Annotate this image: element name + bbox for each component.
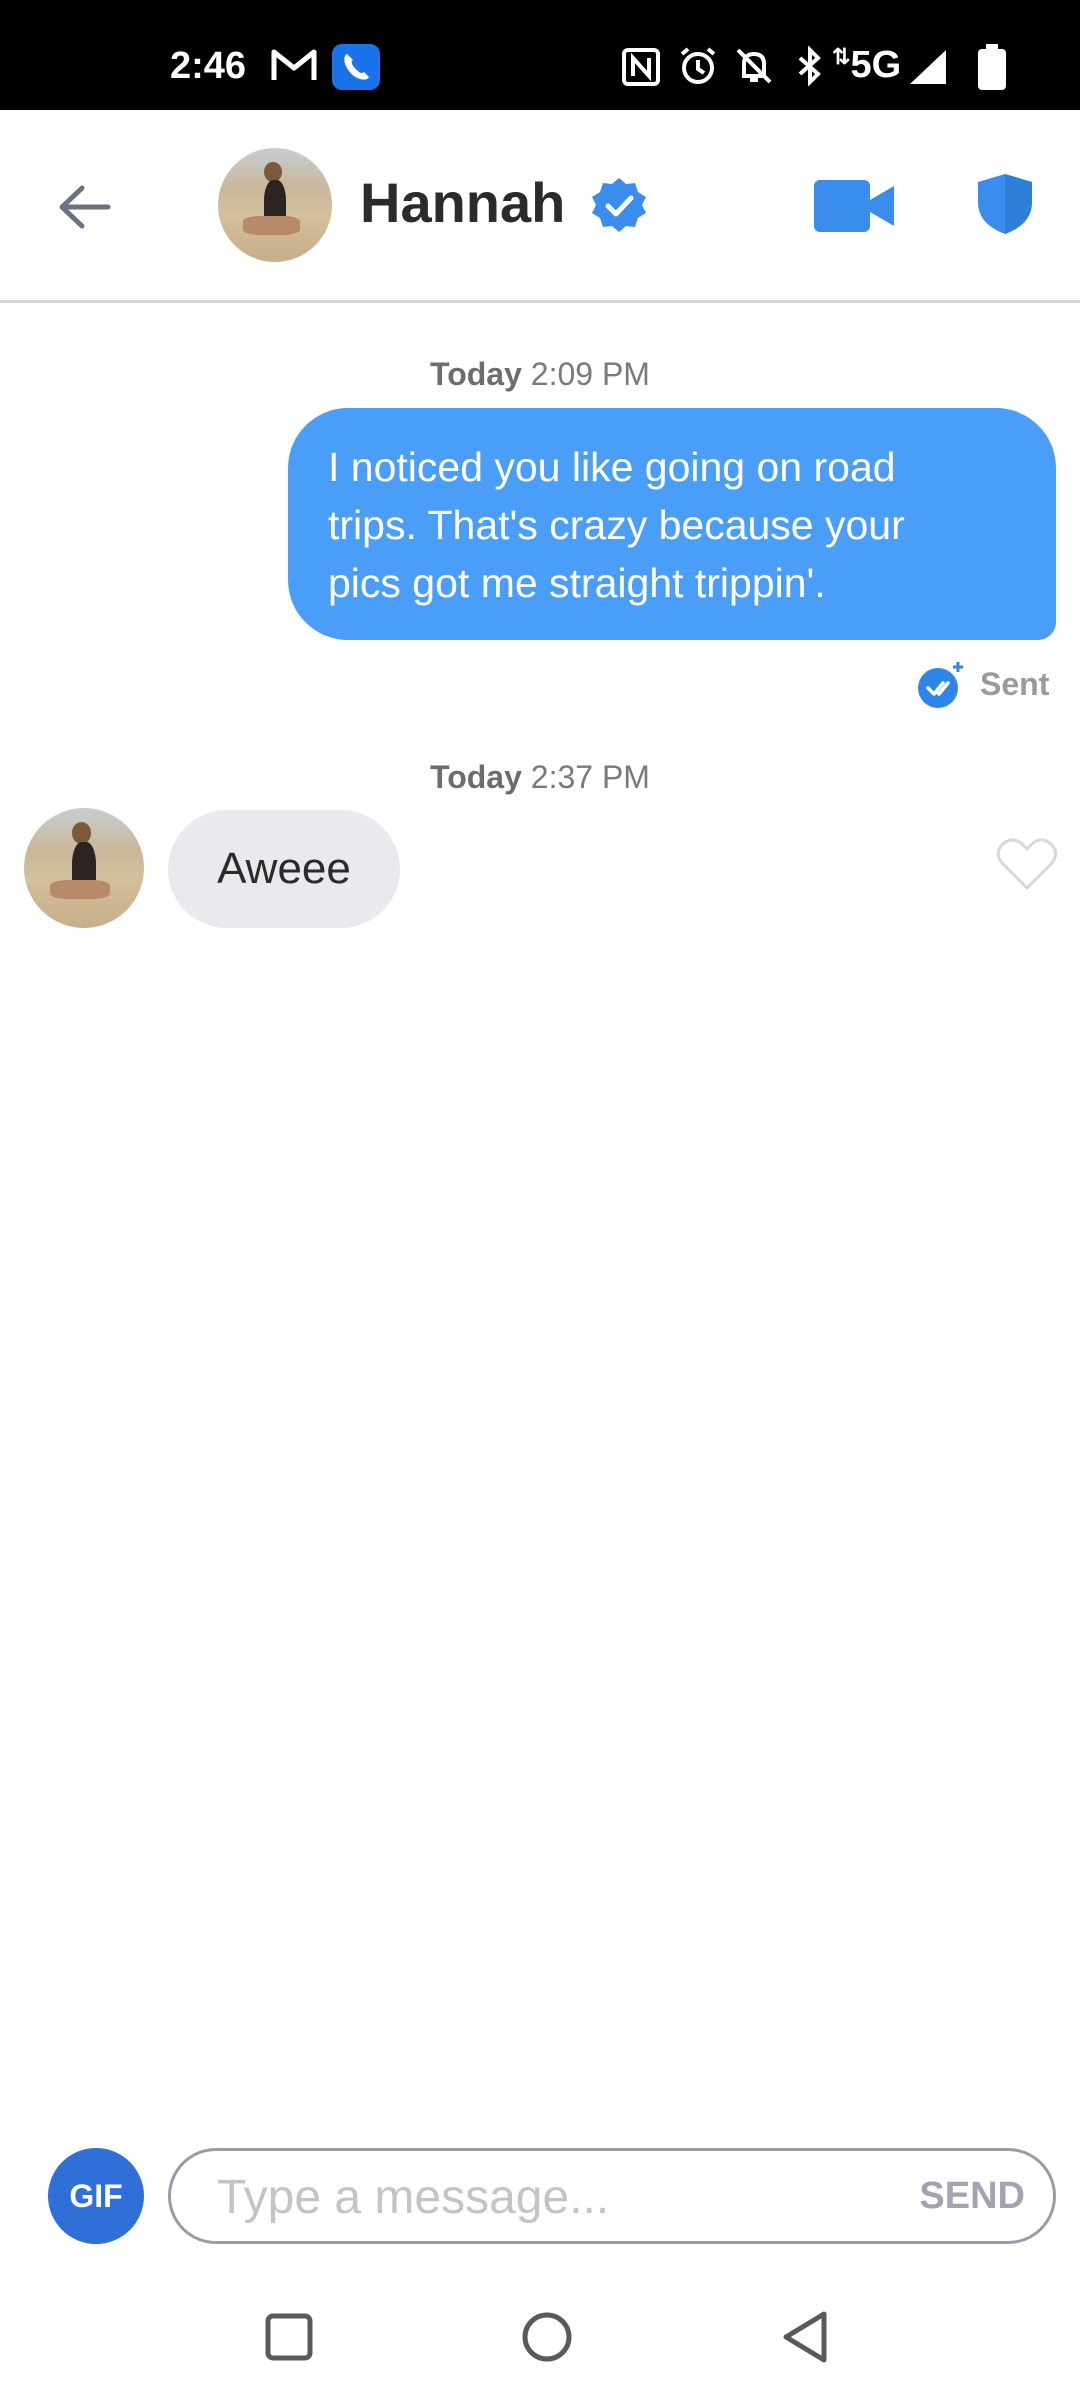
contact-name[interactable]: Hannah	[360, 170, 565, 235]
bluetooth-icon	[796, 45, 824, 91]
received-message-bubble[interactable]: Aweee	[168, 810, 400, 928]
status-time: 2:46	[170, 45, 247, 87]
system-nav-bar	[0, 2270, 1080, 2400]
verified-badge-icon	[590, 176, 648, 239]
sent-message-bubble[interactable]: I noticed you like going on road trips. …	[288, 408, 1056, 640]
safety-shield-icon[interactable]	[976, 172, 1034, 241]
nfc-icon	[622, 48, 660, 91]
gif-button[interactable]: GIF	[48, 2148, 144, 2244]
phone-call-icon	[332, 44, 380, 95]
signal-icon	[908, 48, 948, 91]
message-timestamp: Today 2:37 PM	[430, 759, 650, 795]
sender-avatar[interactable]	[24, 808, 144, 928]
message-line: pics got me straight trippin'.	[328, 560, 826, 606]
chat-header: Hannah	[0, 110, 1080, 303]
5g-icon: ⇅5G	[832, 44, 902, 86]
back-arrow-icon[interactable]	[56, 182, 112, 237]
sent-status-label: Sent	[980, 666, 1050, 702]
contact-avatar[interactable]	[218, 148, 332, 262]
battery-icon	[978, 44, 1006, 95]
recent-apps-icon[interactable]	[264, 2312, 314, 2367]
message-timestamp: Today 2:09 PM	[430, 356, 650, 392]
like-heart-icon[interactable]	[996, 836, 1058, 897]
status-bar: 2:46 ⇅5G	[0, 0, 1080, 110]
message-line: I noticed you like going on road	[328, 444, 896, 490]
message-line: trips. That's crazy because your	[328, 502, 905, 548]
mute-icon	[734, 46, 774, 91]
home-icon[interactable]	[520, 2310, 574, 2369]
video-call-icon[interactable]	[814, 180, 896, 237]
sent-check-icon	[916, 660, 966, 715]
alarm-icon	[678, 46, 718, 91]
send-button[interactable]: SEND	[919, 2175, 1025, 2218]
gmail-icon	[270, 48, 318, 87]
message-input[interactable]	[215, 2151, 879, 2243]
message-input-container: SEND	[168, 2148, 1056, 2244]
back-nav-icon[interactable]	[780, 2310, 830, 2369]
